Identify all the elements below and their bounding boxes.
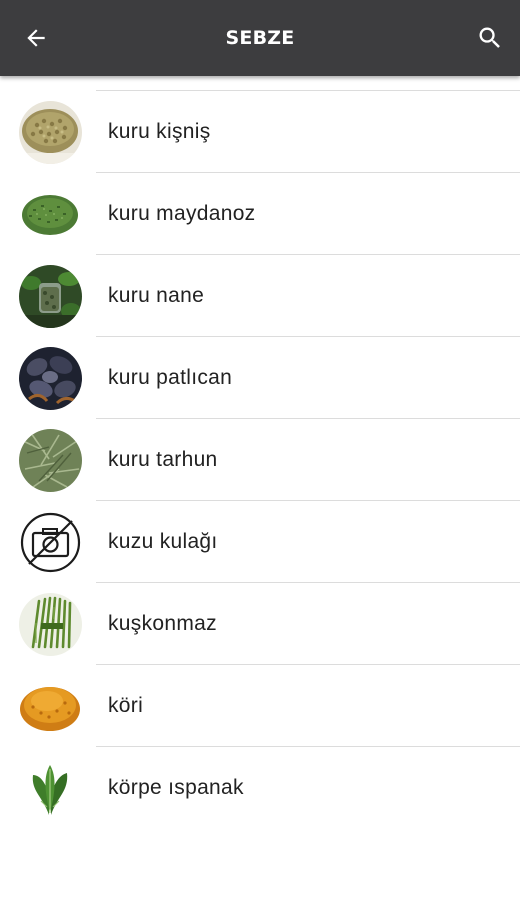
list-item[interactable]: kuru nane: [0, 255, 520, 337]
item-label: kuru patlıcan: [108, 366, 233, 389]
curry-powder-image: [19, 675, 82, 738]
list-item[interactable]: kuru kişniş: [0, 91, 520, 173]
item-label: kuru nane: [108, 284, 205, 307]
list-item[interactable]: kuzu kulağı: [0, 501, 520, 583]
list-item[interactable]: köri: [0, 665, 520, 747]
coriander-seeds-image: [19, 101, 82, 164]
app-screen: SEBZE kuru kişniş kuru maydanoz kuru nan…: [0, 0, 520, 900]
dried-mint-image: [19, 265, 82, 328]
item-label: kuşkonmaz: [108, 612, 217, 635]
vegetable-list: kuru kişniş kuru maydanoz kuru nane kuru…: [0, 76, 520, 900]
item-label: köri: [108, 694, 144, 717]
spinach-image: [19, 757, 82, 820]
no-photo-icon: [19, 511, 82, 574]
dried-eggplant-image: [19, 347, 82, 410]
list-item[interactable]: körpe ıspanak: [0, 747, 520, 829]
list-item[interactable]: kuru maydanoz: [0, 173, 520, 255]
item-label: kuru maydanoz: [108, 202, 256, 225]
dried-parsley-image: [19, 183, 82, 246]
asparagus-image: [19, 593, 82, 656]
list-item[interactable]: kuru patlıcan: [0, 337, 520, 419]
list-item[interactable]: kuşkonmaz: [0, 583, 520, 665]
search-icon: [479, 27, 500, 48]
dried-tarragon-image: [19, 429, 82, 492]
list-item[interactable]: kuru tarhun: [0, 419, 520, 501]
search-button[interactable]: [468, 16, 512, 60]
app-bar: SEBZE: [0, 0, 520, 76]
page-title: SEBZE: [225, 27, 295, 49]
item-label: kuru kişniş: [108, 120, 211, 143]
item-label: kuzu kulağı: [108, 530, 218, 553]
item-label: körpe ıspanak: [108, 776, 244, 799]
item-label: kuru tarhun: [108, 448, 218, 471]
